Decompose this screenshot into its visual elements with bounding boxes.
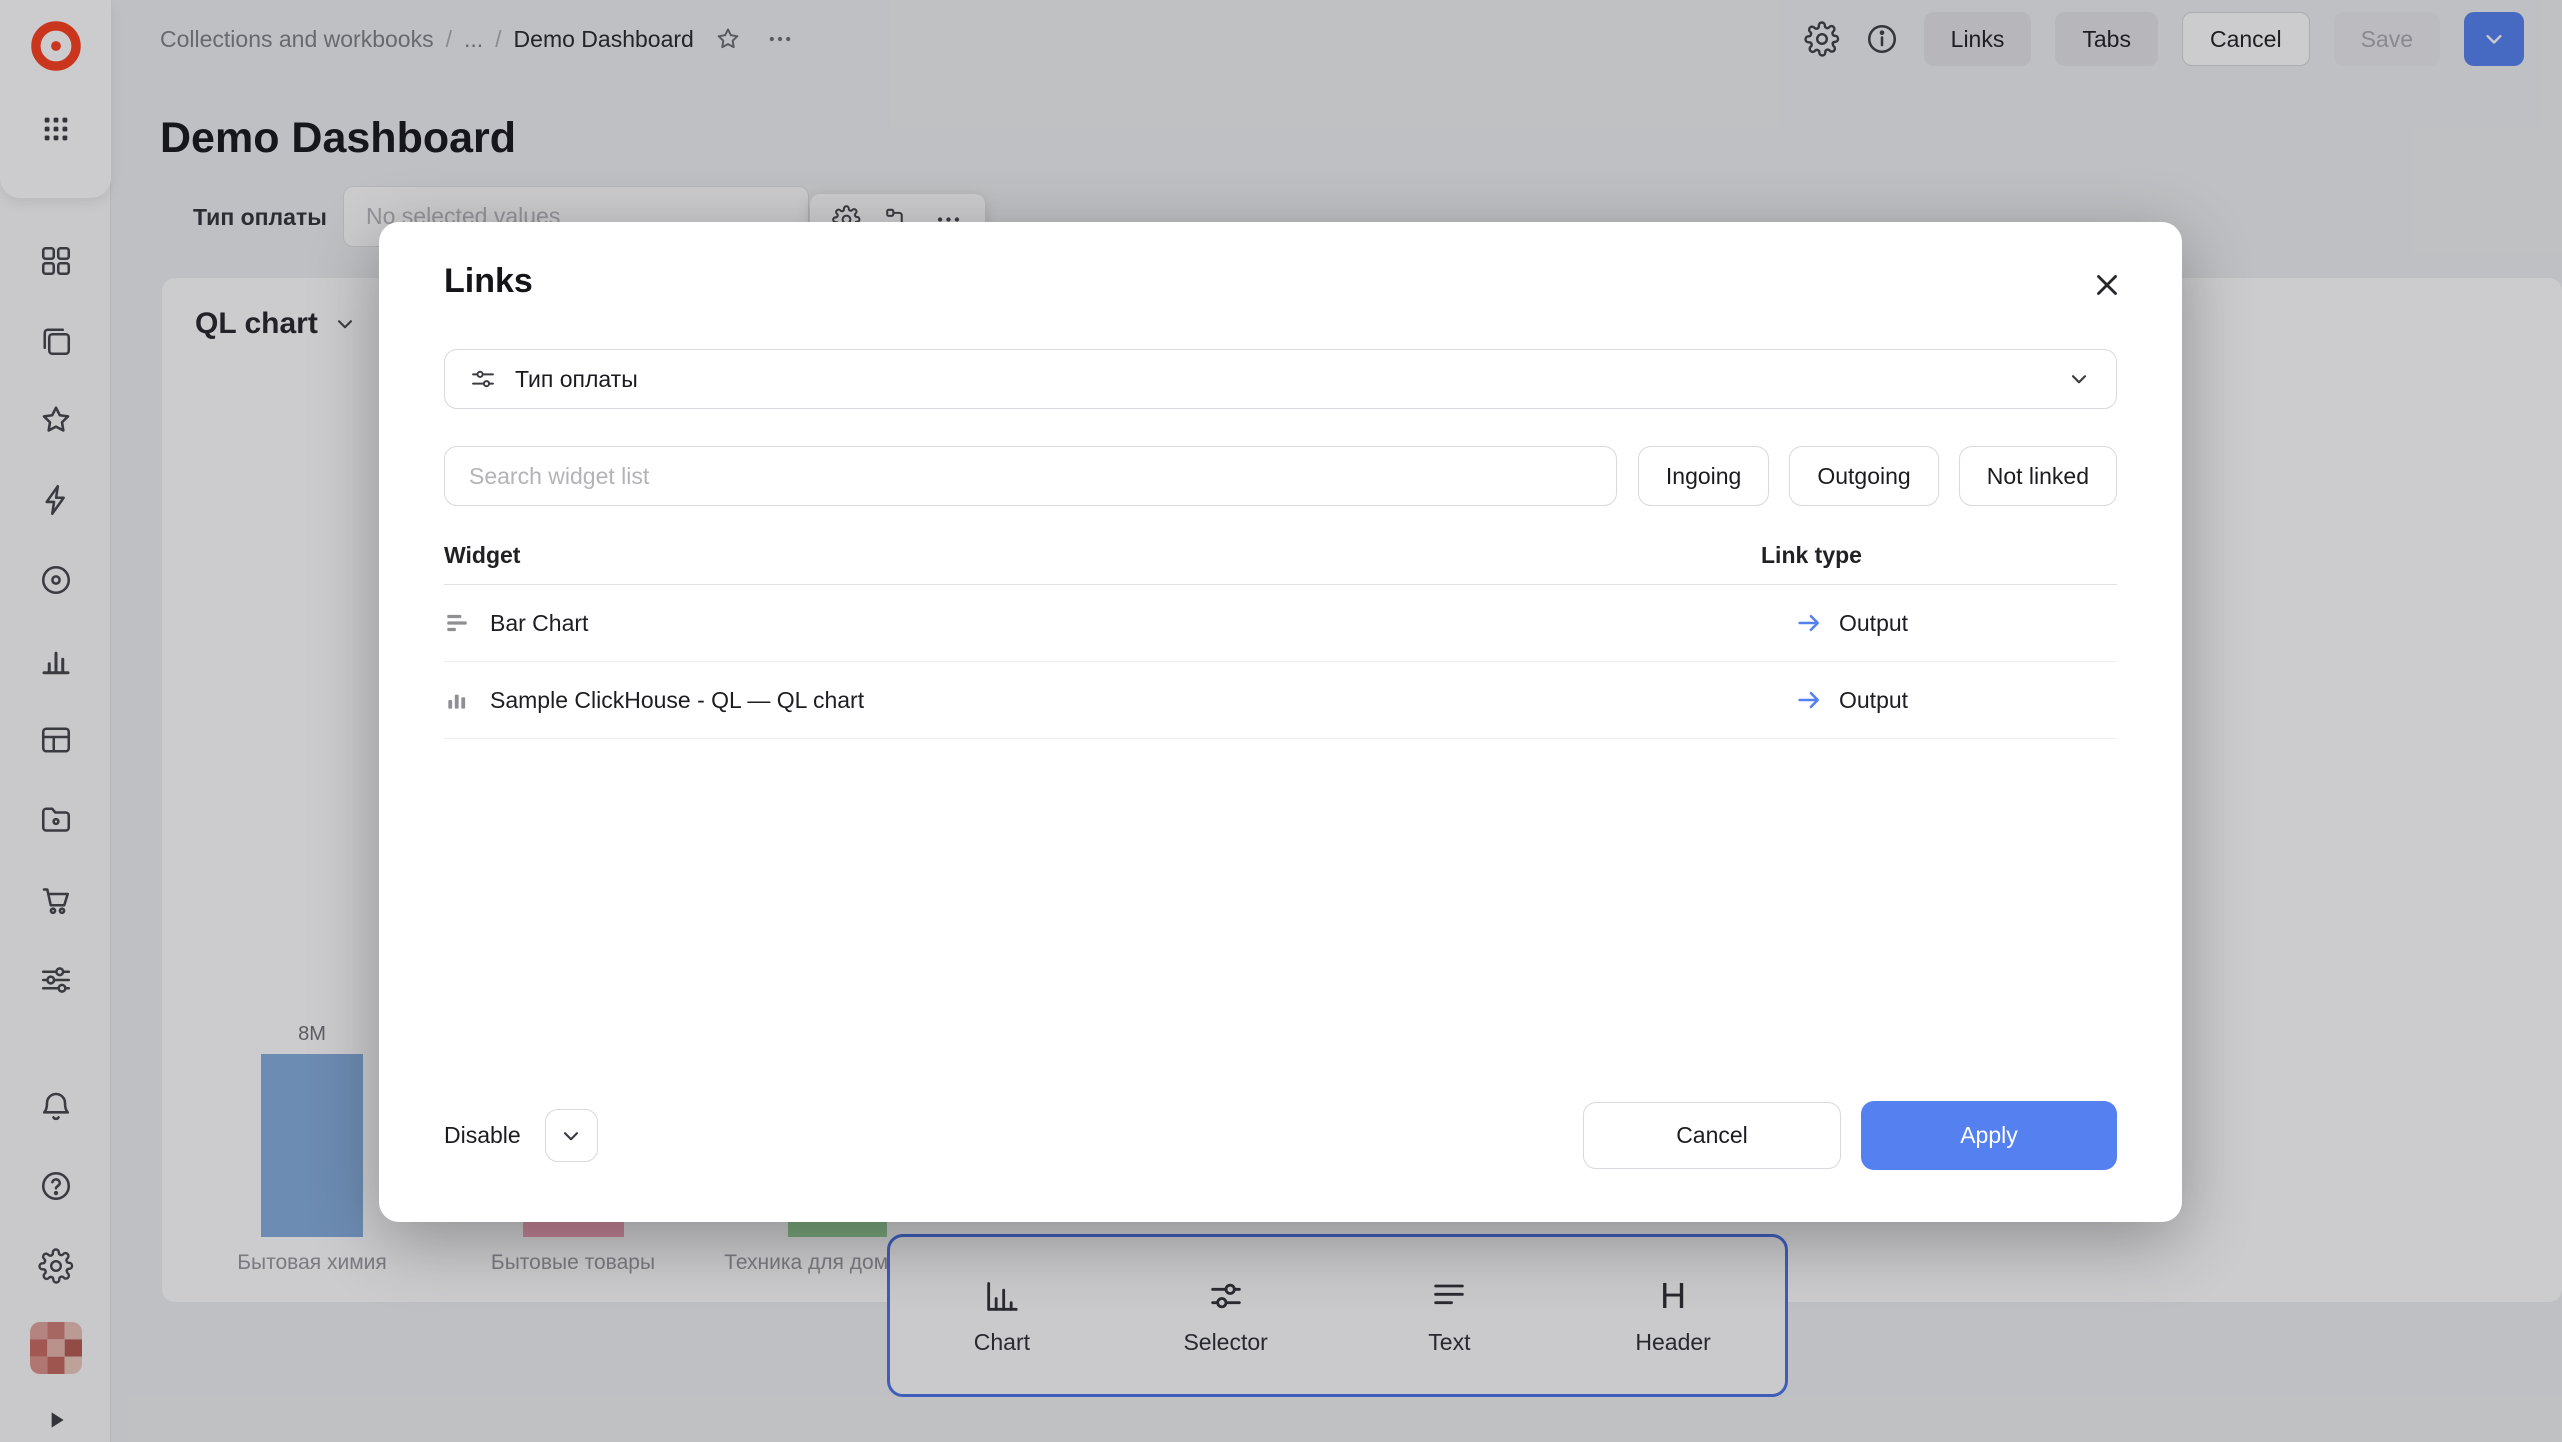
widget-name: Sample ClickHouse - QL — QL chart [490, 687, 864, 714]
link-filter-group: Ingoing Outgoing Not linked [1638, 446, 2117, 506]
links-dialog: Links Тип оплаты Ingoing Outgoing Not li… [379, 222, 2182, 1222]
column-header-link-type: Link type [1761, 542, 2117, 569]
not-linked-filter-button[interactable]: Not linked [1959, 446, 2117, 506]
arrow-right-icon [1794, 685, 1824, 715]
chevron-down-icon [2066, 366, 2092, 392]
arrow-right-icon [1794, 608, 1824, 638]
widget-link-row[interactable]: Bar Chart Output [444, 585, 2117, 662]
table-header: Widget Link type [444, 527, 2117, 585]
widget-links-table: Bar Chart Output Sample ClickHouse - QL … [444, 585, 2117, 739]
selected-widget-value: Тип оплаты [515, 366, 638, 393]
widget-link-row[interactable]: Sample ClickHouse - QL — QL chart Output [444, 662, 2117, 739]
dialog-cancel-button[interactable]: Cancel [1583, 1102, 1841, 1169]
link-type-value: Output [1839, 687, 1908, 714]
dialog-title: Links [444, 262, 533, 301]
link-type-value: Output [1839, 610, 1908, 637]
ingoing-filter-button[interactable]: Ingoing [1638, 446, 1769, 506]
search-widget-input[interactable] [444, 446, 1617, 506]
close-icon[interactable] [2090, 268, 2124, 302]
dialog-footer: Disable Cancel Apply [444, 1101, 2117, 1170]
dialog-apply-button[interactable]: Apply [1861, 1101, 2117, 1170]
search-filter-row: Ingoing Outgoing Not linked [444, 446, 2117, 506]
chevron-down-icon [558, 1123, 584, 1149]
disable-dropdown-button[interactable] [545, 1109, 598, 1162]
bar-chart-horizontal-icon [444, 610, 470, 636]
column-header-widget: Widget [444, 542, 1761, 569]
widget-select-control[interactable]: Тип оплаты [444, 349, 2117, 409]
widget-name: Bar Chart [490, 610, 588, 637]
bar-chart-vertical-icon [444, 687, 470, 713]
outgoing-filter-button[interactable]: Outgoing [1789, 446, 1938, 506]
disable-label: Disable [444, 1122, 521, 1149]
filter-sliders-icon [469, 365, 497, 393]
